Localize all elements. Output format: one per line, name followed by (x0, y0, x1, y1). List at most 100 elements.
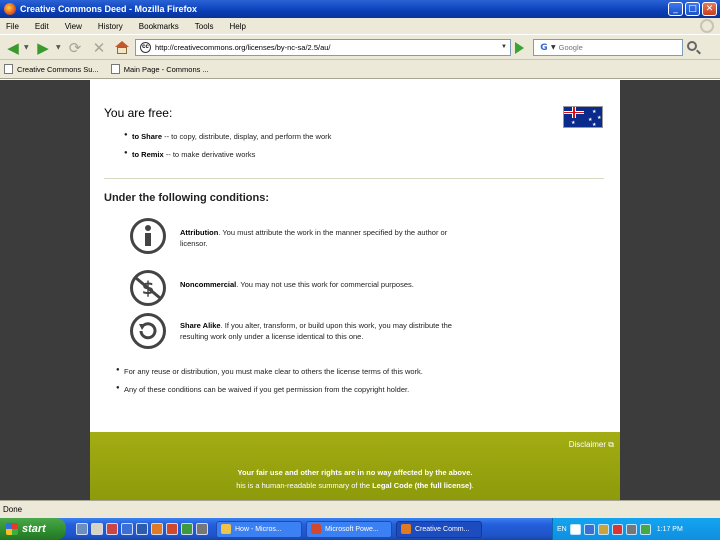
stop-button[interactable]: ✕ (90, 39, 108, 57)
fair-use-text: Your fair use and other rights are in no… (237, 468, 473, 477)
menu-view[interactable]: View (65, 22, 82, 31)
address-bar[interactable]: cc http://creativecommons.org/licenses/b… (135, 39, 511, 56)
firefox-quick-icon[interactable] (151, 523, 163, 535)
noncommercial-icon: $ (130, 270, 166, 306)
explorer-icon[interactable] (91, 523, 103, 535)
taskbar: start How - Micros... Microsoft Powe... … (0, 518, 720, 540)
menu-edit[interactable]: Edit (35, 22, 49, 31)
engine-dropdown-icon[interactable]: ▼ (551, 44, 556, 51)
reload-button[interactable]: ⟳ (66, 39, 84, 57)
share-text: -- to copy, distribute, display, and per… (162, 132, 332, 141)
folder-icon (221, 524, 231, 534)
word-icon[interactable] (136, 523, 148, 535)
language-indicator[interactable]: EN (557, 526, 567, 533)
antivirus-icon[interactable] (639, 523, 651, 535)
ie-icon[interactable] (121, 523, 133, 535)
system-tray: EN 1:17 PM (552, 518, 720, 540)
app-icon[interactable] (196, 523, 208, 535)
disclaimer-label: Disclaimer (568, 440, 607, 449)
conditions-heading: Under the following conditions: (104, 192, 269, 204)
menu-tools[interactable]: Tools (195, 22, 214, 31)
media-icon[interactable] (106, 523, 118, 535)
remix-term: to Remix (132, 150, 164, 159)
help-icon[interactable] (569, 523, 581, 535)
search-icon[interactable] (687, 41, 697, 51)
home-button[interactable] (115, 41, 129, 54)
maximize-button[interactable]: □ (685, 2, 700, 16)
volume-icon[interactable] (625, 523, 637, 535)
search-input[interactable] (558, 40, 669, 55)
legal-code-link[interactable]: Legal Code (the full license) (372, 481, 472, 490)
notes-list: For any reuse or distribution, you must … (116, 367, 596, 403)
powerpoint-icon (311, 524, 321, 534)
bookmark-item[interactable]: Creative Commons Su... (4, 64, 99, 74)
desktop-icon[interactable] (76, 523, 88, 535)
excel-icon[interactable] (181, 523, 193, 535)
powerpoint-icon[interactable] (166, 523, 178, 535)
disclaimer-link[interactable]: Disclaimer ⧉ (569, 440, 614, 450)
close-button[interactable]: ✕ (702, 2, 717, 16)
back-dropdown-icon[interactable]: ▼ (24, 44, 29, 51)
share-alike-text: Share Alike. If you alter, transform, or… (180, 321, 452, 341)
windows-logo-icon (6, 523, 18, 535)
start-label: start (22, 523, 46, 535)
clock: 1:17 PM (656, 525, 683, 533)
throbber-icon (700, 19, 714, 33)
search-bar[interactable]: G ▼ (533, 39, 683, 56)
list-item: Any of these conditions can be waived if… (116, 385, 596, 394)
address-url[interactable]: http://creativecommons.org/licenses/by-n… (155, 43, 331, 52)
navigation-toolbar: ◀ ▼ ▶ ▼ ⟳ ✕ cc http://creativecommons.or… (0, 34, 720, 60)
australia-flag-icon: ★ ★ ★ ★ ★ (563, 106, 603, 128)
forward-button[interactable]: ▶ (34, 39, 52, 57)
device-icon[interactable] (597, 523, 609, 535)
remix-text: -- to make derivative works (163, 150, 256, 159)
address-dropdown-icon[interactable]: ▼ (501, 44, 507, 50)
browser-content: You are free: ★ ★ ★ ★ ★ to Share -- to c… (0, 80, 720, 500)
noncommercial-term: Noncommercial (180, 280, 237, 289)
start-button[interactable]: start (0, 518, 66, 540)
bookmark-label: Creative Commons Su... (17, 64, 99, 74)
menu-bar: File Edit View History Bookmarks Tools H… (0, 18, 720, 34)
section-divider (104, 178, 604, 179)
attribution-term: Attribution (180, 228, 219, 237)
minimize-button[interactable]: _ (668, 2, 683, 16)
window-title: Creative Commons Deed - Mozilla Firefox (20, 4, 198, 14)
list-item: to Remix -- to make derivative works (124, 150, 331, 159)
bookmark-label: Main Page - Commons ... (123, 64, 209, 74)
taskbar-item[interactable]: Microsoft Powe... (306, 520, 392, 538)
share-alike-icon (130, 313, 166, 349)
share-term: to Share (132, 132, 163, 141)
page-icon (4, 64, 13, 74)
summary-text: his is a human-readable summary of the L… (236, 481, 474, 490)
google-engine-icon[interactable]: G (537, 42, 551, 54)
go-button-icon[interactable] (515, 42, 524, 54)
menu-bookmarks[interactable]: Bookmarks (139, 22, 179, 31)
firefox-icon (401, 524, 411, 534)
status-text: Done (3, 505, 23, 514)
quick-launch (76, 523, 208, 535)
forward-dropdown-icon[interactable]: ▼ (56, 44, 61, 51)
firefox-icon (4, 3, 16, 15)
list-item: For any reuse or distribution, you must … (116, 367, 596, 376)
back-button[interactable]: ◀ (4, 39, 22, 57)
security-icon[interactable] (611, 523, 623, 535)
bookmarks-toolbar: Creative Commons Su... Main Page - Commo… (0, 60, 720, 79)
noncommercial-text: Noncommercial. You may not use this work… (180, 280, 414, 289)
taskbar-item[interactable]: How - Micros... (216, 520, 302, 538)
bookmark-item[interactable]: Main Page - Commons ... (110, 64, 209, 74)
page-icon (110, 64, 120, 74)
free-heading: You are free: (104, 106, 173, 120)
menu-history[interactable]: History (98, 22, 123, 31)
attribution-text: Attribution. You must attribute the work… (180, 228, 448, 248)
free-list: to Share -- to copy, distribute, display… (124, 132, 331, 168)
title-bar: Creative Commons Deed - Mozilla Firefox … (0, 0, 720, 18)
taskbar-item[interactable]: Creative Comm... (396, 520, 482, 538)
menu-help[interactable]: Help (229, 22, 245, 31)
network-icon[interactable] (583, 523, 595, 535)
share-alike-term: Share Alike (180, 321, 221, 330)
deed-footer: Disclaimer ⧉ Your fair use and other rig… (90, 432, 620, 500)
status-bar: Done (0, 500, 720, 518)
window-controls: _ □ ✕ (668, 2, 717, 16)
popup-icon: ⧉ (608, 440, 614, 449)
menu-file[interactable]: File (6, 22, 19, 31)
